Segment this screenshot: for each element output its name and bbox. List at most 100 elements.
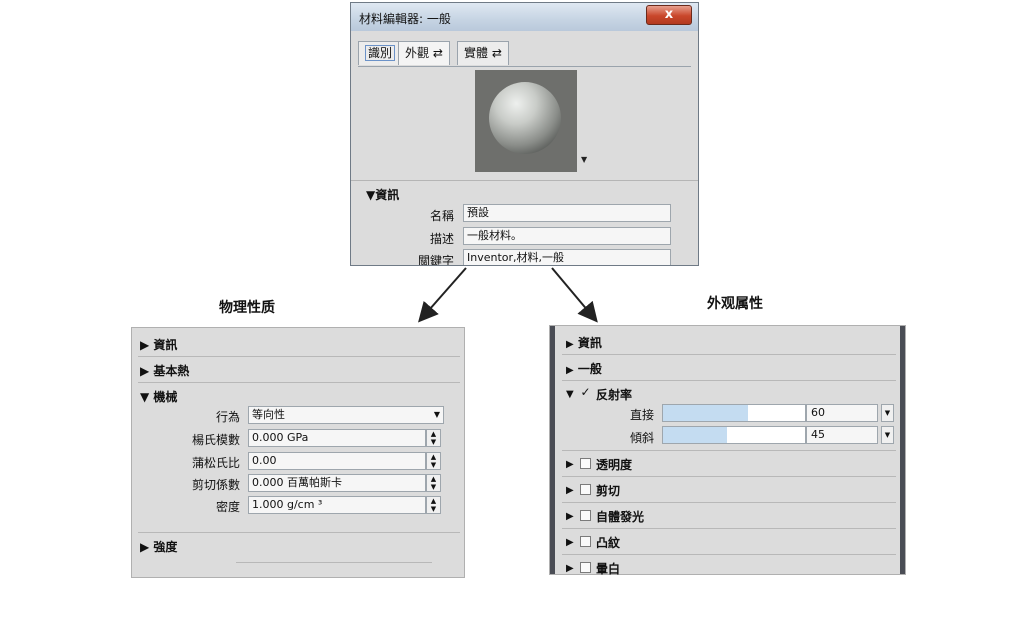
behavior-value: 等向性 (252, 408, 285, 421)
poisson-ratio-label: 蒲松氏比 (191, 456, 240, 470)
oblique-slider[interactable] (662, 426, 806, 444)
section-info-label: 資訊 (577, 336, 602, 350)
shear-modulus-stepper[interactable]: ▲ ▼ (426, 474, 441, 492)
section-thermal[interactable]: ▶ 基本熱 (140, 362, 189, 379)
dialog-tabbar: 識別 外觀 ⇄ 實體 ⇄ (358, 36, 691, 67)
info-section-header[interactable]: ▼資訊 (366, 186, 399, 203)
tab-appearance[interactable]: 外觀 ⇄ (398, 41, 450, 65)
section-transparency[interactable]: ▶ (566, 456, 574, 470)
direct-value-field[interactable]: 60 (806, 404, 878, 422)
collapse-arrow-icon: ▼ (566, 389, 574, 400)
section-self-illumination-label: 自體發光 (596, 510, 645, 524)
section-bump[interactable]: ▶ (566, 534, 574, 548)
tab-identity-label: 識別 (365, 45, 396, 61)
expand-arrow-icon: ▶ (566, 485, 574, 496)
poisson-ratio-stepper[interactable]: ▲ ▼ (426, 452, 441, 470)
bump-checkbox[interactable] (580, 536, 591, 547)
section-reflectivity-label: 反射率 (596, 388, 633, 402)
divider (562, 554, 896, 555)
divider (562, 502, 896, 503)
divider (236, 562, 432, 563)
tab-appearance-label: 外觀 (405, 46, 430, 60)
divider (351, 180, 698, 181)
dialog-title: 材料編輯器: 一般 (359, 12, 451, 26)
section-tint[interactable]: ▶ (566, 560, 574, 574)
density-label: 密度 (215, 500, 240, 514)
youngs-modulus-stepper[interactable]: ▲ ▼ (426, 429, 441, 447)
arrow-to-appearance (551, 267, 598, 323)
behavior-label: 行為 (215, 410, 240, 424)
oblique-slider-fill (663, 427, 727, 443)
arrow-to-physical (418, 267, 467, 323)
chevron-down-icon[interactable]: ▼ (881, 426, 894, 444)
description-field[interactable]: 一般材料。 (463, 227, 671, 245)
divider (138, 356, 460, 357)
section-self-illumination[interactable]: ▶ (566, 508, 574, 522)
cutout-checkbox[interactable] (580, 484, 591, 495)
divider (562, 476, 896, 477)
poisson-ratio-field[interactable]: 0.00 (248, 452, 426, 470)
tab-physical-label: 實體 (464, 46, 489, 60)
expand-arrow-icon: ▶ (566, 537, 574, 548)
oblique-label: 傾斜 (629, 431, 654, 445)
section-general-label: 一般 (577, 362, 602, 376)
section-reflectivity[interactable]: ▼ (566, 386, 574, 400)
divider (138, 382, 460, 383)
density-stepper[interactable]: ▲ ▼ (426, 496, 441, 514)
tab-identity[interactable]: 識別 (358, 41, 403, 65)
expand-arrow-icon: ▶ (566, 563, 574, 574)
material-editor-dialog: 材料編輯器: 一般 x 識別 外觀 ⇄ 實體 ⇄ ▼ ▼資訊 名稱 預設 描述 … (350, 2, 699, 266)
divider (138, 532, 460, 533)
divider (562, 528, 896, 529)
transparency-checkbox[interactable] (580, 458, 591, 469)
expand-arrow-icon: ▶ (566, 339, 574, 350)
preview-sphere (489, 82, 561, 154)
physical-properties-heading: 物理性质 (219, 300, 275, 316)
direct-label: 直接 (629, 408, 654, 422)
behavior-select[interactable]: 等向性 ▼ (248, 406, 444, 424)
divider (562, 450, 896, 451)
expand-arrow-icon: ▶ (566, 511, 574, 522)
tab-physical[interactable]: 實體 ⇄ (457, 41, 509, 65)
material-preview[interactable] (475, 70, 577, 172)
section-strength[interactable]: ▶ 強度 (140, 538, 177, 555)
oblique-value-field[interactable]: 45 (806, 426, 878, 444)
section-cutout-label: 剪切 (596, 484, 621, 498)
section-mechanical[interactable]: ▼ 機械 (140, 388, 177, 405)
name-field[interactable]: 預設 (463, 204, 671, 222)
tint-checkbox[interactable] (580, 562, 591, 573)
preview-dropdown-icon[interactable]: ▼ (581, 155, 587, 164)
youngs-modulus-field[interactable]: 0.000 GPa (248, 429, 426, 447)
direct-slider-fill (663, 405, 749, 421)
section-info[interactable]: ▶ 資訊 (566, 334, 602, 351)
description-label: 描述 (429, 232, 454, 246)
name-label: 名稱 (429, 209, 454, 223)
density-field[interactable]: 1.000 g/cm ³ (248, 496, 426, 514)
panel-left-edge (550, 326, 555, 574)
chevron-down-icon: ▼ (433, 410, 440, 419)
direct-slider[interactable] (662, 404, 806, 422)
panel-right-edge (900, 326, 905, 574)
chevron-down-icon[interactable]: ▼ (881, 404, 894, 422)
section-cutout[interactable]: ▶ (566, 482, 574, 496)
connector-arrows (418, 267, 598, 323)
swap-arrows-icon: ⇄ (491, 46, 502, 60)
divider (562, 354, 896, 355)
divider (562, 380, 896, 381)
shear-modulus-label: 剪切係數 (191, 478, 240, 492)
close-button[interactable]: x (646, 5, 692, 25)
dialog-titlebar[interactable]: 材料編輯器: 一般 x (351, 3, 698, 31)
self-illumination-checkbox[interactable] (580, 510, 591, 521)
reflectivity-checkbox[interactable]: ✓ (580, 386, 591, 399)
youngs-modulus-label: 楊氏模數 (191, 433, 240, 447)
expand-arrow-icon: ▶ (566, 365, 574, 376)
swap-arrows-icon: ⇄ (432, 46, 443, 60)
section-tint-label: 暈白 (596, 562, 621, 576)
appearance-properties-heading: 外观属性 (707, 296, 763, 312)
physical-properties-panel: ▶ 資訊 ▶ 基本熱 ▼ 機械 行為 等向性 ▼ 楊氏模數 0.000 GPa … (131, 327, 465, 578)
section-info[interactable]: ▶ 資訊 (140, 336, 177, 353)
section-general[interactable]: ▶ 一般 (566, 360, 602, 377)
shear-modulus-field[interactable]: 0.000 百萬帕斯卡 (248, 474, 426, 492)
expand-arrow-icon: ▶ (566, 459, 574, 470)
appearance-properties-panel: ▶ 資訊 ▶ 一般 ▼ ✓ 反射率 直接 60 ▼ 傾斜 45 ▼ ▶ 透明度 … (549, 325, 906, 576)
